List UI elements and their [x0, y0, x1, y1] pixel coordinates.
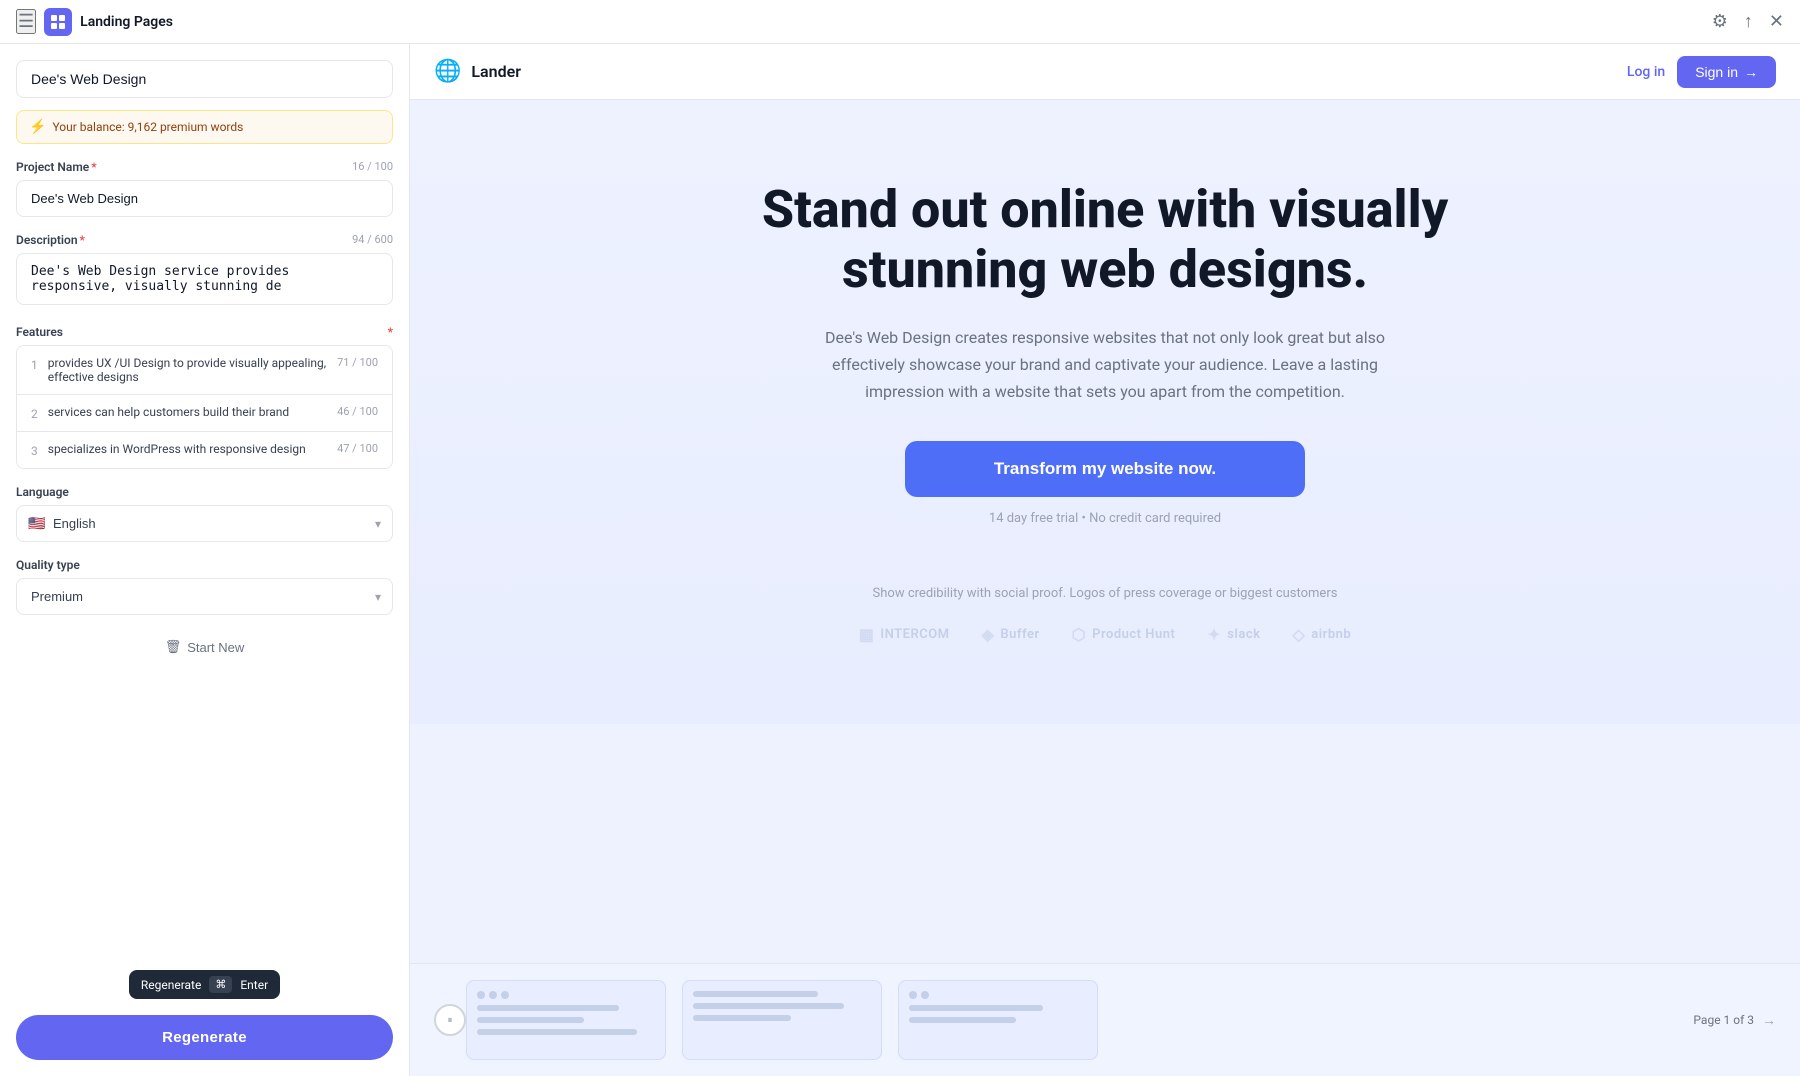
- description-counter: 94 / 600: [352, 233, 393, 247]
- main-layout: ⚡ Your balance: 9,162 premium words Proj…: [0, 44, 1800, 1076]
- hero-note: 14 day free trial • No credit card requi…: [989, 511, 1221, 526]
- next-page-arrow[interactable]: →: [1762, 1012, 1776, 1029]
- hero-cta-button[interactable]: Transform my website now.: [905, 441, 1305, 497]
- features-list: 1 provides UX /UI Design to provide visu…: [16, 345, 393, 469]
- language-field: Language 🇺🇸 English French Spanish Germa…: [16, 485, 393, 542]
- login-link[interactable]: Log in: [1627, 64, 1665, 80]
- quality-field: Quality type Premium Standard ▾: [16, 558, 393, 615]
- tooltip-label: Regenerate: [141, 978, 202, 992]
- preview-thumb-1[interactable]: [466, 980, 666, 1060]
- airbnb-icon: ◇: [1292, 625, 1305, 644]
- globe-icon: 🌐: [434, 59, 461, 84]
- brand-name: Lander: [471, 62, 521, 81]
- feature-text-1: provides UX /UI Design to provide visual…: [48, 356, 327, 384]
- left-panel: ⚡ Your balance: 9,162 premium words Proj…: [0, 44, 410, 1076]
- social-proof-text: Show credibility with social proof. Logo…: [873, 586, 1338, 601]
- preview-thumb-3[interactable]: [898, 980, 1098, 1060]
- feature-text-3: specializes in WordPress with responsive…: [48, 442, 327, 456]
- app-title: Landing Pages: [80, 14, 173, 30]
- logos-row: ▦ INTERCOM ◈ Buffer ⬡ Product Hunt ✦ sla…: [859, 625, 1351, 644]
- quality-label: Quality type: [16, 558, 393, 572]
- logo-airbnb: ◇ airbnb: [1292, 625, 1351, 644]
- title-bar-right: ⚙ ↑ ✕: [1712, 11, 1784, 32]
- language-select-wrapper: 🇺🇸 English French Spanish German ▾: [16, 505, 393, 542]
- title-bar: ☰ Landing Pages ⚙ ↑ ✕: [0, 0, 1800, 44]
- preview-thumbnails: [466, 980, 1693, 1060]
- logo-producthunt: ⬡ Product Hunt: [1072, 625, 1176, 644]
- project-name-input[interactable]: [16, 180, 393, 217]
- project-name-display-input[interactable]: [16, 60, 393, 98]
- signin-button[interactable]: Sign in →: [1677, 56, 1776, 88]
- right-panel: 🌐 Lander Log in Sign in → Stand out onli…: [410, 44, 1800, 1076]
- preview-nav: Log in Sign in →: [1627, 56, 1776, 88]
- hero-subtitle: Dee's Web Design creates responsive webs…: [795, 324, 1415, 406]
- logo-intercom: ▦ INTERCOM: [859, 625, 950, 644]
- feature-item-2[interactable]: 2 services can help customers build thei…: [17, 395, 392, 432]
- language-label: Language: [16, 485, 393, 499]
- hero-section: Stand out online with visually stunning …: [410, 100, 1800, 724]
- feature-num-2: 2: [31, 405, 38, 421]
- balance-text: Your balance: 9,162 premium words: [52, 120, 243, 134]
- description-field: Description * 94 / 600 Dee's Web Design …: [16, 233, 393, 309]
- feature-item-1[interactable]: 1 provides UX /UI Design to provide visu…: [17, 346, 392, 395]
- feature-text-2: services can help customers build their …: [48, 405, 327, 419]
- description-label: Description * 94 / 600: [16, 233, 393, 247]
- title-bar-left: ☰ Landing Pages: [16, 8, 173, 36]
- features-label: Features *: [16, 325, 393, 339]
- project-name-label: Project Name * 16 / 100: [16, 160, 393, 174]
- page-label: Page 1 of 3: [1693, 1013, 1754, 1027]
- producthunt-icon: ⬡: [1072, 625, 1086, 644]
- quality-select-wrapper: Premium Standard ▾: [16, 578, 393, 615]
- share-button[interactable]: ↑: [1744, 11, 1753, 32]
- tooltip-enter: Enter: [240, 978, 268, 992]
- balance-row: ⚡ Your balance: 9,162 premium words: [16, 110, 393, 144]
- lightning-icon: ⚡: [29, 119, 46, 135]
- feature-num-3: 3: [31, 442, 38, 458]
- quality-select[interactable]: Premium Standard: [16, 578, 393, 615]
- feature-counter-2: 46 / 100: [337, 405, 378, 418]
- start-new-button[interactable]: 🗑 Start New: [165, 639, 245, 655]
- feature-item-3[interactable]: 3 specializes in WordPress with responsi…: [17, 432, 392, 468]
- description-input[interactable]: Dee's Web Design service provides respon…: [16, 253, 393, 305]
- app-icon: [44, 8, 72, 36]
- project-name-field: Project Name * 16 / 100: [16, 160, 393, 217]
- preview-brand: 🌐 Lander: [434, 59, 521, 84]
- regenerate-button[interactable]: Regenerate: [16, 1015, 393, 1060]
- feature-num-1: 1: [31, 356, 38, 372]
- hero-title: Stand out online with visually stunning …: [655, 180, 1555, 300]
- features-field: Features * 1 provides UX /UI Design to p…: [16, 325, 393, 469]
- trash-icon: 🗑: [165, 639, 182, 655]
- preview-content: Stand out online with visually stunning …: [410, 100, 1800, 963]
- menu-button[interactable]: ☰: [16, 9, 36, 34]
- arrow-icon: →: [1744, 64, 1758, 80]
- buffer-icon: ◈: [982, 625, 995, 644]
- preview-bottom: ⏸: [410, 963, 1800, 1076]
- tooltip-kbd: ⌘: [209, 976, 232, 993]
- pause-icon: ⏸: [448, 1015, 453, 1026]
- pause-button[interactable]: ⏸: [434, 1004, 466, 1036]
- preview-thumb-2[interactable]: [682, 980, 882, 1060]
- logo-slack: ✦ slack: [1207, 625, 1260, 644]
- logo-buffer: ◈ Buffer: [982, 625, 1040, 644]
- feature-counter-3: 47 / 100: [337, 442, 378, 455]
- intercom-icon: ▦: [859, 625, 875, 644]
- regenerate-tooltip: Regenerate ⌘ Enter: [129, 970, 280, 999]
- slack-icon: ✦: [1207, 625, 1221, 644]
- settings-button[interactable]: ⚙: [1712, 11, 1728, 32]
- language-select[interactable]: English French Spanish German: [16, 505, 393, 542]
- page-nav: Page 1 of 3 →: [1693, 1012, 1776, 1029]
- feature-counter-1: 71 / 100: [337, 356, 378, 369]
- close-button[interactable]: ✕: [1769, 11, 1784, 32]
- preview-header: 🌐 Lander Log in Sign in →: [410, 44, 1800, 100]
- project-name-counter: 16 / 100: [352, 160, 393, 174]
